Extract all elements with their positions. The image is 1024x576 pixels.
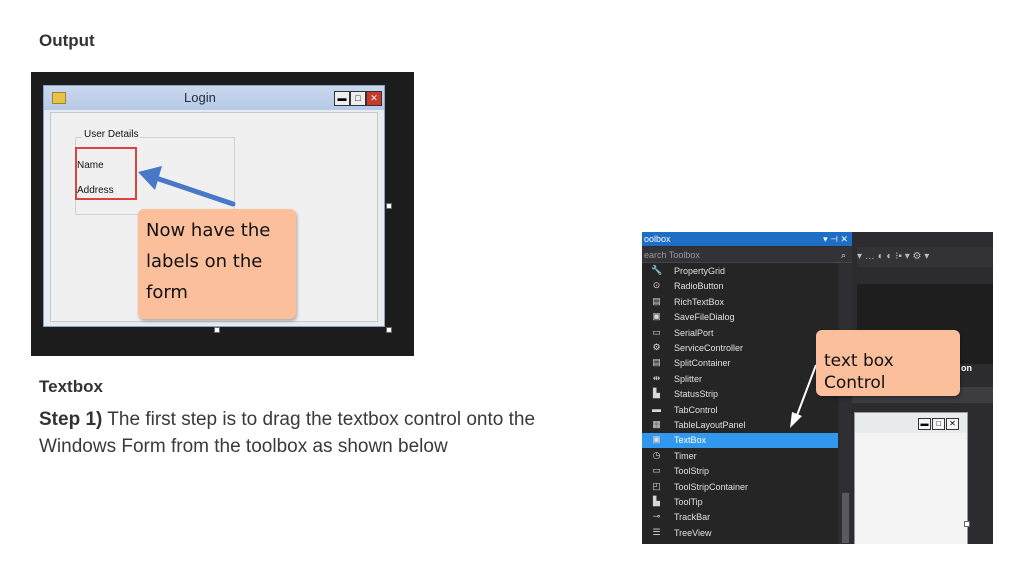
textbox-callout-note: text box Control [816,330,960,396]
callout-text: text box Control [824,351,894,393]
pointer-arrow [790,364,817,428]
